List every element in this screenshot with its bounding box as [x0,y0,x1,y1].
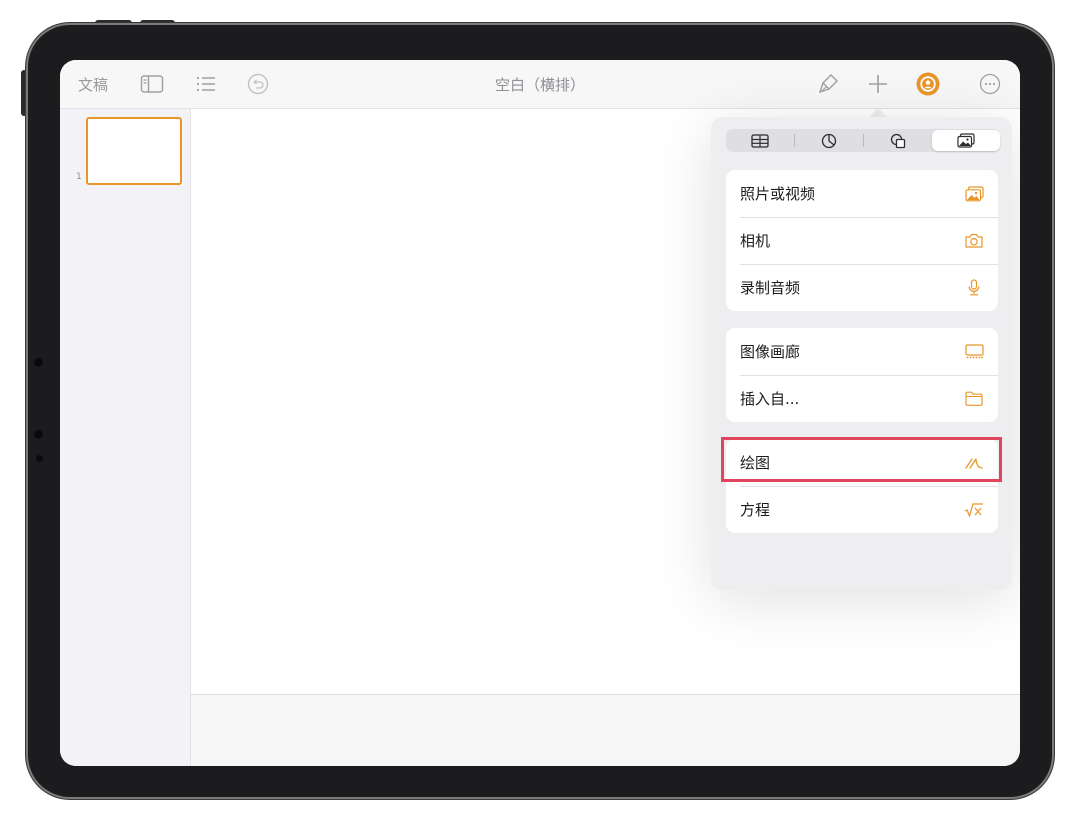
toolbar: 文稿 空白（横排） [60,60,1020,109]
slide-number: 1 [76,172,82,182]
sensor-dot [34,430,43,439]
insert-add-icon[interactable] [866,72,890,96]
table-icon [751,133,769,148]
camera-icon [964,231,984,251]
sensor-dot [34,358,43,367]
slide-navigator: 1 [60,109,191,766]
menu-item-image-gallery[interactable]: 图像画廊 [726,328,998,375]
more-options-icon[interactable] [978,72,1002,96]
slide-thumbnail[interactable] [86,117,182,185]
menu-item-label: 相机 [740,232,771,250]
menu-item-label: 绘图 [740,454,771,472]
tab-chart[interactable] [795,129,863,152]
equation-icon [964,500,984,520]
presenter-notes-area [191,694,1020,766]
microphone-icon [964,278,984,298]
menu-item-label: 方程 [740,501,771,519]
shapes-icon [890,133,906,148]
menu-item-equation[interactable]: 方程 [726,486,998,533]
menu-item-insert-from[interactable]: 插入自... [726,375,998,422]
folder-icon [964,389,984,409]
gallery-group: 图像画廊 插入自... [726,328,998,422]
menu-item-camera[interactable]: 相机 [726,217,998,264]
tab-table[interactable] [726,129,794,152]
menu-item-label: 图像画廊 [740,343,801,361]
side-button [21,70,27,116]
menu-item-drawing[interactable]: 绘图 [726,439,998,486]
insert-tab-bar [726,129,1000,152]
media-source-group: 照片或视频 相机 录制音频 [726,170,998,311]
tab-media[interactable] [932,130,1000,151]
tab-shapes[interactable] [864,129,932,152]
menu-item-label: 插入自... [740,390,800,408]
menu-item-label: 录制音频 [740,279,801,297]
collaborate-person-icon[interactable] [916,72,940,96]
sensor-dot [36,455,43,462]
chart-icon [821,133,837,148]
menu-item-record-audio[interactable]: 录制音频 [726,264,998,311]
app-screen: 文稿 空白（横排） 1 照片或视频 相机 录制音频 图像画廊 插入自... 绘图… [60,60,1020,766]
drawing-icon [964,453,984,473]
photo-icon [964,184,984,204]
format-brush-icon[interactable] [816,72,840,96]
image-gallery-icon [964,342,984,362]
menu-item-photo-or-video[interactable]: 照片或视频 [726,170,998,217]
menu-item-label: 照片或视频 [740,185,816,203]
drawing-equation-group: 绘图 方程 [726,439,998,533]
media-icon [957,133,975,148]
insert-popover: 照片或视频 相机 录制音频 图像画廊 插入自... 绘图 方程 [711,117,1012,590]
